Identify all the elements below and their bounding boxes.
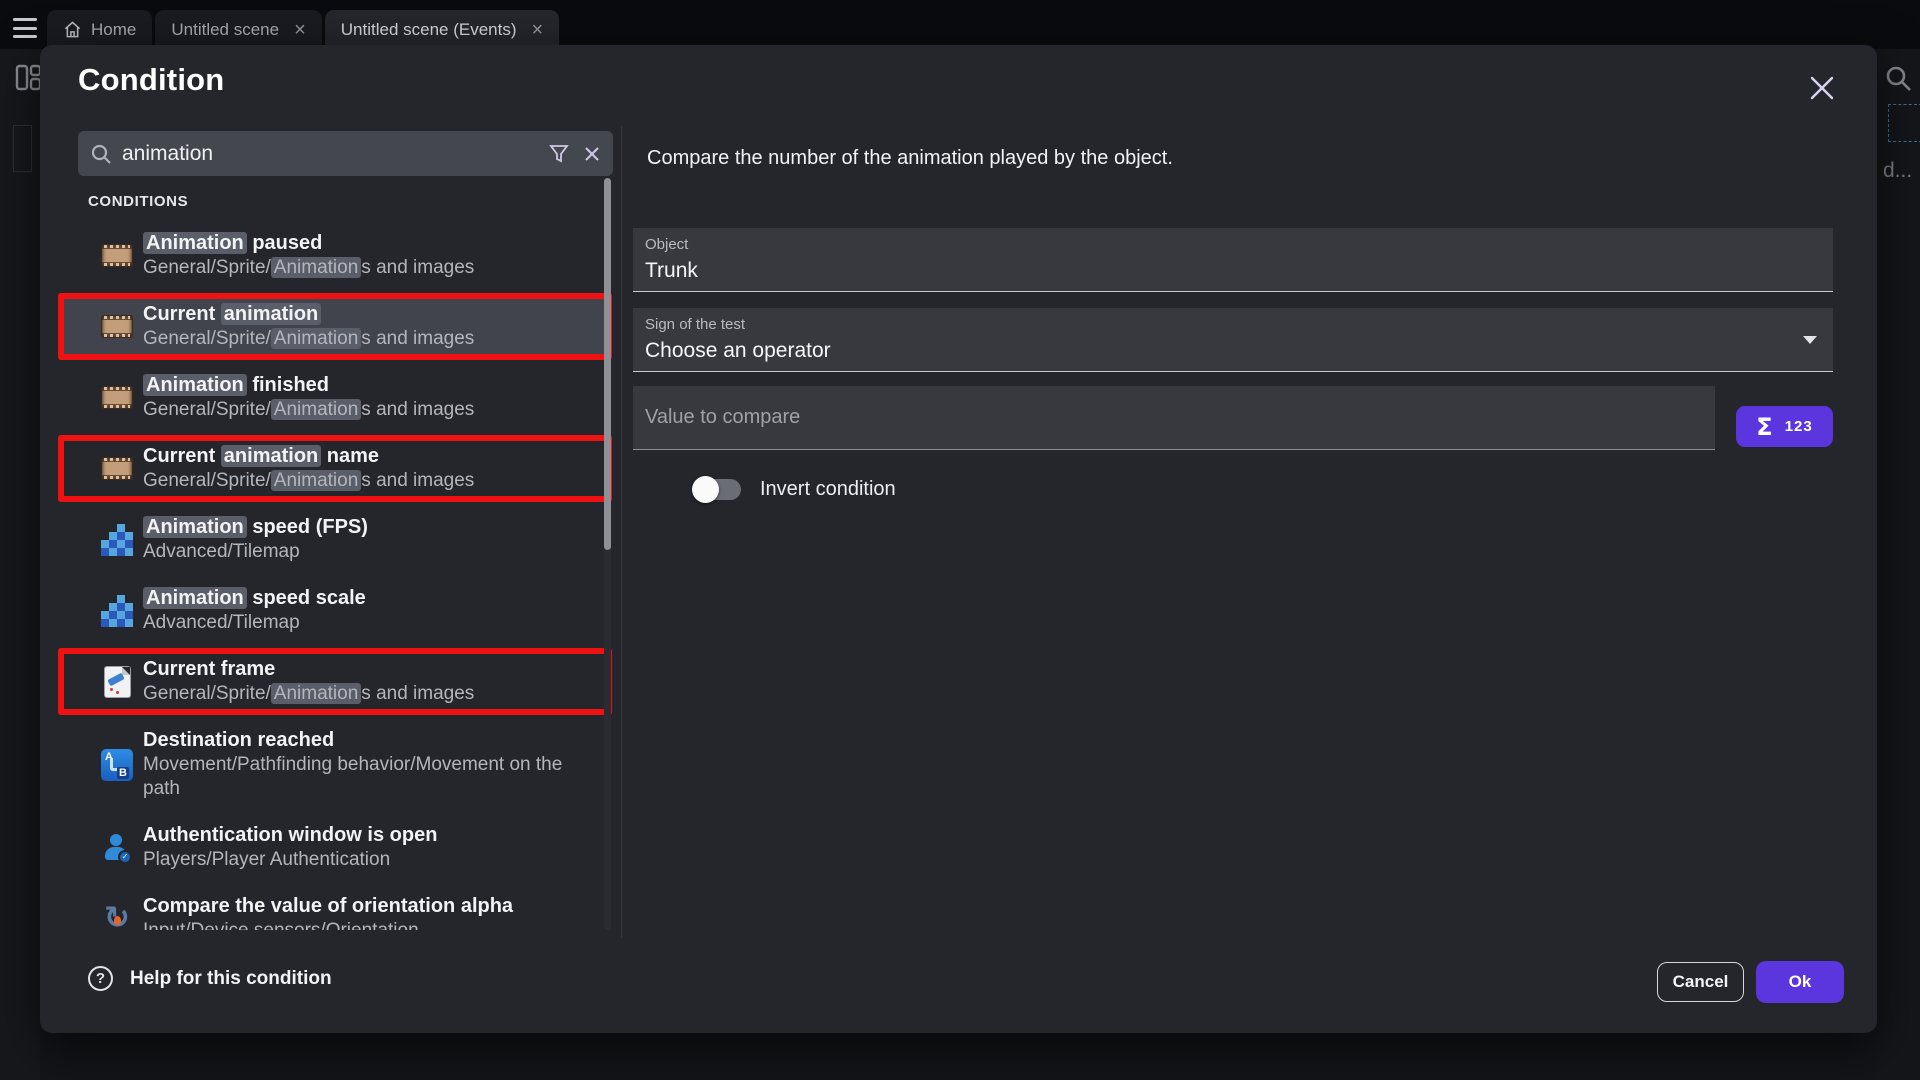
condition-title: Current frame: [143, 657, 474, 682]
scrollbar-thumb[interactable]: [604, 178, 611, 550]
condition-item[interactable]: Animation speed (FPS) Advanced/Tilemap: [58, 506, 612, 573]
tab-label: Home: [91, 20, 136, 40]
condition-description-row: Compare the number of the animation play…: [633, 147, 1173, 170]
ok-button[interactable]: Ok: [1756, 961, 1844, 1003]
search-icon[interactable]: [1883, 63, 1913, 93]
conditions-section-label: CONDITIONS: [88, 193, 188, 210]
sigma-icon: Σ: [1756, 413, 1772, 441]
cancel-button[interactable]: Cancel: [1657, 962, 1744, 1002]
panel-divider: [621, 126, 622, 938]
object-field-value: Trunk: [645, 259, 1821, 283]
tab-bar: Home Untitled scene × Untitled scene (Ev…: [47, 10, 559, 49]
tab-label: Untitled scene (Events): [341, 20, 517, 40]
help-label: Help for this condition: [130, 968, 332, 990]
film-icon: [100, 310, 134, 344]
condition-title: Animation paused: [143, 231, 474, 256]
condition-path: Advanced/Tilemap: [143, 611, 366, 635]
condition-path: General/Sprite/Animations and images: [143, 469, 474, 493]
truncated-label: d...: [1883, 159, 1912, 183]
chevron-down-icon: [1803, 336, 1817, 344]
search-input[interactable]: [122, 142, 549, 166]
operator-select-value: Choose an operator: [645, 339, 1821, 363]
condition-path: General/Sprite/Animations and images: [143, 682, 474, 706]
condition-item[interactable]: Animation speed scale Advanced/Tilemap: [58, 577, 612, 644]
close-dialog-icon[interactable]: [1809, 75, 1835, 101]
tab-home[interactable]: Home: [47, 10, 152, 49]
selection-rectangle: [1888, 104, 1920, 142]
film-icon: [100, 452, 134, 486]
condition-path: General/Sprite/Animations and images: [143, 398, 474, 422]
condition-item[interactable]: ↻ Compare the value of orientation alpha…: [58, 885, 612, 930]
canvas-fragment: [13, 125, 32, 172]
condition-path: Advanced/Tilemap: [143, 540, 368, 564]
close-tab-icon[interactable]: ×: [294, 20, 306, 40]
condition-dialog: Condition CONDITIONS Animation paused Ge…: [40, 45, 1877, 1033]
tilemap-icon: [100, 594, 134, 628]
condition-description: Compare the number of the animation play…: [647, 147, 1173, 170]
condition-path: General/Sprite/Animations and images: [143, 327, 474, 351]
film-icon: [100, 239, 134, 273]
orientation-icon: ↻: [100, 902, 134, 931]
invert-condition-toggle[interactable]: [692, 476, 742, 502]
filter-icon[interactable]: [549, 144, 569, 164]
object-field-label: Object: [645, 236, 1821, 253]
condition-item[interactable]: Animation finished General/Sprite/Animat…: [58, 364, 612, 431]
value-to-compare-input[interactable]: [645, 406, 1703, 429]
tilemap-icon: [100, 523, 134, 557]
condition-item-current-animation-name[interactable]: Current animation name General/Sprite/An…: [58, 435, 612, 502]
pathfinding-icon: AB: [100, 748, 134, 782]
condition-path: Players/Player Authentication: [143, 848, 437, 872]
value-to-compare-field[interactable]: [633, 386, 1715, 450]
condition-list: Animation paused General/Sprite/Animatio…: [58, 222, 612, 930]
tab-untitled-scene-events[interactable]: Untitled scene (Events) ×: [325, 10, 559, 49]
home-icon: [63, 20, 82, 39]
condition-path: Input/Device sensors/Orientation: [143, 919, 513, 930]
list-scrollbar[interactable]: [604, 178, 611, 930]
clear-search-icon[interactable]: [583, 145, 601, 163]
expression-editor-button[interactable]: Σ 123: [1736, 406, 1833, 447]
condition-path: Movement/Pathfinding behavior/Movement o…: [143, 753, 596, 801]
condition-title: Destination reached: [143, 728, 596, 753]
right-panel-background: d...: [1877, 49, 1920, 1080]
operator-select-label: Sign of the test: [645, 316, 1821, 333]
condition-title: Animation speed scale: [143, 586, 366, 611]
condition-item[interactable]: AB Destination reached Movement/Pathfind…: [58, 719, 612, 810]
object-field[interactable]: Object Trunk: [633, 228, 1833, 292]
condition-item-current-animation[interactable]: Current animation General/Sprite/Animati…: [58, 293, 612, 360]
operator-select[interactable]: Sign of the test Choose an operator: [633, 308, 1833, 372]
tab-label: Untitled scene: [171, 20, 279, 40]
close-tab-icon[interactable]: ×: [532, 20, 544, 40]
condition-path: General/Sprite/Animations and images: [143, 256, 474, 280]
player-authentication-icon: ✓: [100, 831, 134, 865]
tab-untitled-scene[interactable]: Untitled scene ×: [155, 10, 321, 49]
digits-label: 123: [1785, 418, 1813, 435]
condition-title: Current animation: [143, 302, 474, 327]
condition-item[interactable]: ✓ Authentication window is open Players/…: [58, 814, 612, 881]
condition-item[interactable]: Animation paused General/Sprite/Animatio…: [58, 222, 612, 289]
condition-title: Compare the value of orientation alpha: [143, 894, 513, 919]
invert-condition-label: Invert condition: [760, 478, 896, 501]
condition-title: Authentication window is open: [143, 823, 437, 848]
condition-title: Animation finished: [143, 373, 474, 398]
left-toolbar-background: [0, 49, 40, 1080]
condition-search-bar: [78, 131, 613, 176]
condition-title: Current animation name: [143, 444, 474, 469]
panels-icon[interactable]: [15, 64, 42, 91]
invert-condition-row: Invert condition: [692, 476, 896, 502]
help-link[interactable]: ? Help for this condition: [88, 966, 332, 991]
menu-icon[interactable]: [13, 18, 37, 38]
dialog-title: Condition: [78, 62, 224, 98]
condition-title: Animation speed (FPS): [143, 515, 368, 540]
frame-icon: [100, 665, 134, 699]
condition-item-current-frame[interactable]: Current frame General/Sprite/Animations …: [58, 648, 612, 715]
search-icon: [90, 143, 112, 165]
app-top-bar: Home Untitled scene × Untitled scene (Ev…: [0, 0, 1920, 49]
film-icon: [100, 381, 134, 415]
help-icon: ?: [88, 966, 113, 991]
